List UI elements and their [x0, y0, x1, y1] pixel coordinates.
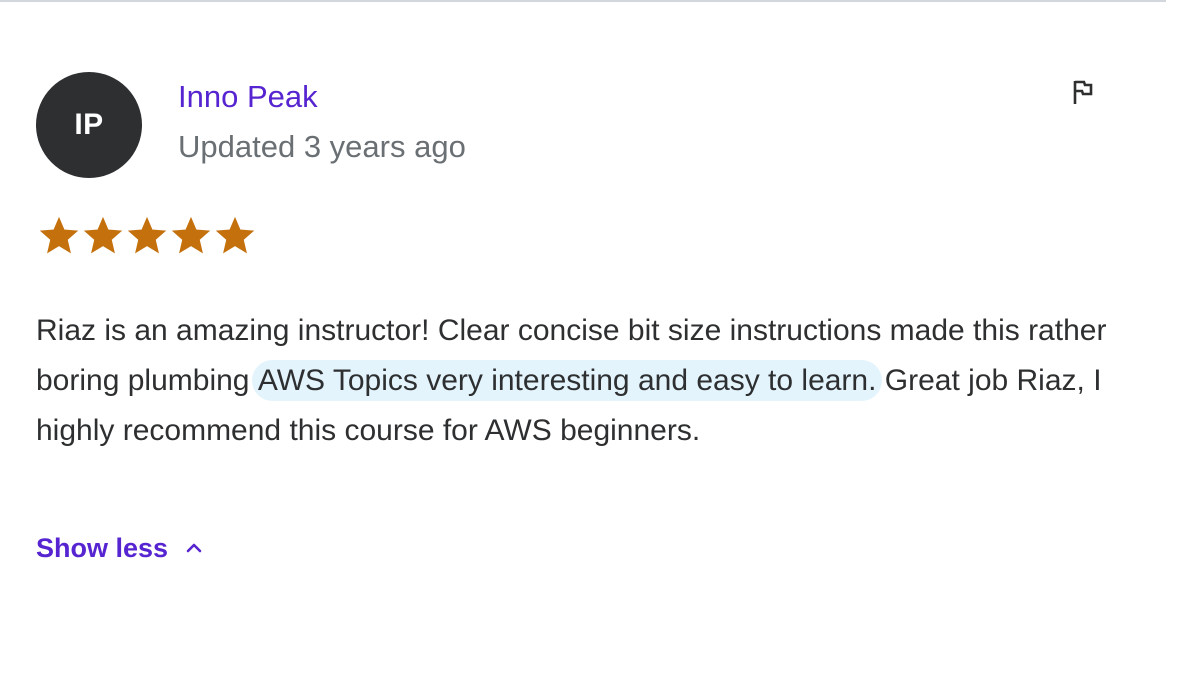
star-icon: [83, 216, 123, 254]
top-divider: [0, 0, 1166, 2]
avatar: IP: [36, 72, 142, 178]
show-less-button[interactable]: Show less: [36, 530, 204, 566]
chevron-up-icon: [186, 543, 202, 553]
review-date: Updated 3 years ago: [178, 129, 466, 164]
star-icon: [171, 216, 211, 254]
report-flag-button[interactable]: [1060, 70, 1104, 114]
star-rating: [38, 216, 256, 256]
star-icon: [127, 216, 167, 254]
star-icon: [39, 216, 79, 254]
show-less-label: Show less: [36, 533, 169, 563]
review-card: IP Inno Peak Updated 3 years ago Riaz is…: [0, 0, 1200, 675]
review-text: Riaz is an amazing instructor! Clear con…: [36, 306, 1126, 456]
review-text-highlight: AWS Topics very interesting and easy to …: [251, 360, 883, 401]
avatar-initials: IP: [74, 108, 104, 141]
star-icon: [215, 216, 255, 254]
right-edge: [1166, 0, 1200, 675]
flag-icon: [1073, 80, 1093, 104]
reviewer-name[interactable]: Inno Peak: [178, 78, 318, 116]
